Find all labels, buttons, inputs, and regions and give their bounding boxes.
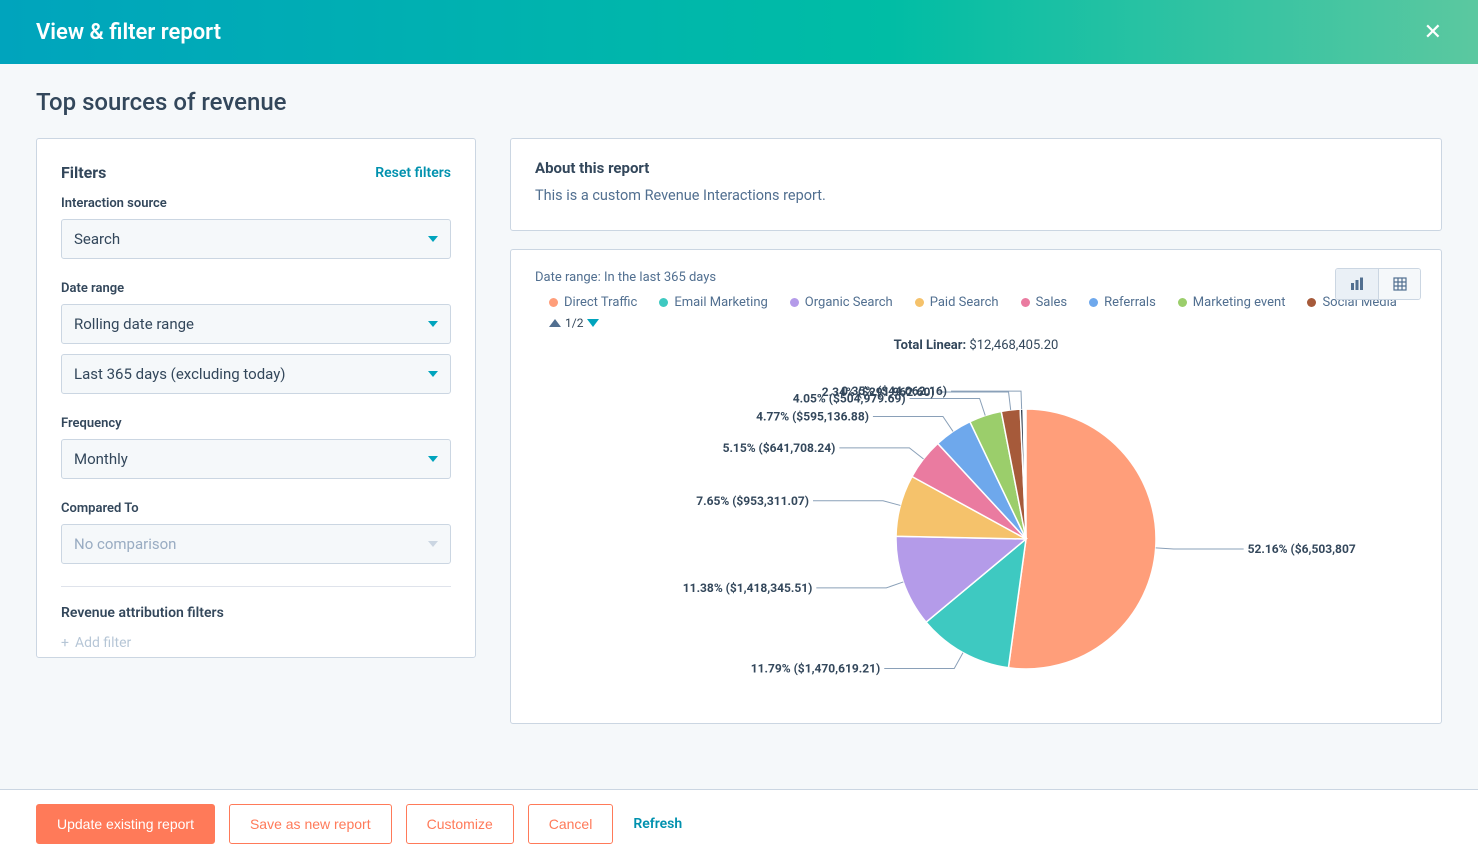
- about-card: About this report This is a custom Reven…: [510, 138, 1442, 231]
- update-report-button[interactable]: Update existing report: [36, 804, 215, 844]
- frequency-select[interactable]: Monthly: [61, 439, 451, 479]
- legend-dot: [915, 298, 924, 307]
- legend-dot: [1178, 298, 1187, 307]
- legend-item[interactable]: Referrals: [1089, 295, 1156, 310]
- legend-dot: [1021, 298, 1030, 307]
- legend-dot: [1089, 298, 1098, 307]
- chart-card: Date range: In the last 365 days Direct …: [510, 249, 1442, 724]
- chevron-down-icon: [428, 541, 438, 547]
- date-range-type-select[interactable]: Rolling date range: [61, 304, 451, 344]
- chevron-down-icon: [428, 321, 438, 327]
- frequency-value: Monthly: [74, 450, 128, 468]
- legend-pager: 1/2: [549, 316, 1417, 330]
- refresh-link[interactable]: Refresh: [633, 816, 682, 832]
- chart-total-value: $12,468,405.20: [969, 338, 1058, 353]
- compared-to-select[interactable]: No comparison: [61, 524, 451, 564]
- legend-label: Referrals: [1104, 295, 1156, 310]
- pie-slice-label: 5.15% ($641,708.24): [723, 441, 836, 455]
- chart-legend: Direct Traffic Email Marketing Organic Sea…: [535, 295, 1417, 310]
- interaction-source-label: Interaction source: [61, 196, 451, 211]
- cancel-button[interactable]: Cancel: [528, 804, 614, 844]
- legend-dot: [1307, 298, 1316, 307]
- chevron-down-icon: [428, 236, 438, 242]
- attribution-heading: Revenue attribution filters: [61, 605, 451, 621]
- chevron-down-icon: [428, 371, 438, 377]
- plus-icon: +: [61, 635, 69, 651]
- about-heading: About this report: [535, 159, 1417, 177]
- close-icon[interactable]: ✕: [1424, 20, 1442, 45]
- chart-view-toolbar: [1335, 268, 1421, 300]
- filters-heading: Filters: [61, 163, 106, 182]
- legend-item[interactable]: Organic Search: [790, 295, 893, 310]
- date-range-window-value: Last 365 days (excluding today): [74, 365, 286, 383]
- legend-item[interactable]: Direct Traffic: [549, 295, 637, 310]
- chevron-down-icon: [428, 456, 438, 462]
- date-range-label: Date range: [61, 281, 451, 296]
- header-title: View & filter report: [36, 20, 221, 45]
- legend-item[interactable]: Paid Search: [915, 295, 999, 310]
- legend-dot: [659, 298, 668, 307]
- about-text: This is a custom Revenue Interactions re…: [535, 187, 1417, 204]
- legend-item[interactable]: Sales: [1021, 295, 1068, 310]
- legend-item[interactable]: Marketing event: [1178, 295, 1286, 310]
- chart-view-button[interactable]: [1336, 269, 1378, 299]
- interaction-source-value: Search: [74, 230, 120, 248]
- pie-slice-label: 7.65% ($953,311.07): [696, 494, 809, 508]
- divider: [61, 586, 451, 587]
- legend-label: Organic Search: [805, 295, 893, 310]
- compared-to-value: No comparison: [74, 535, 176, 553]
- date-range-window-select[interactable]: Last 365 days (excluding today): [61, 354, 451, 394]
- interaction-source-select[interactable]: Search: [61, 219, 451, 259]
- legend-label: Sales: [1036, 295, 1068, 310]
- save-as-new-button[interactable]: Save as new report: [229, 804, 392, 844]
- legend-label: Email Marketing: [674, 295, 767, 310]
- table-view-button[interactable]: [1378, 269, 1420, 299]
- pie-slice-label: 11.38% ($1,418,345.51): [683, 581, 813, 595]
- pie-slice-label: 0.35% ($44,062.16): [841, 384, 947, 398]
- table-icon: [1393, 277, 1407, 291]
- legend-label: Direct Traffic: [564, 295, 637, 310]
- pie-slice-label: 11.79% ($1,470,619.21): [751, 661, 881, 675]
- bar-chart-icon: [1350, 277, 1364, 291]
- chart-date-range: Date range: In the last 365 days: [535, 270, 1417, 285]
- add-filter-button[interactable]: + Add filter: [61, 635, 451, 651]
- frequency-label: Frequency: [61, 416, 451, 431]
- legend-dot: [790, 298, 799, 307]
- legend-label: Marketing event: [1193, 295, 1286, 310]
- pie-slice-label: 4.77% ($595,136.88): [756, 410, 869, 424]
- legend-page-text: 1/2: [565, 316, 583, 330]
- chart-total-label: Total Linear:: [894, 338, 967, 353]
- legend-next-icon[interactable]: [587, 319, 599, 327]
- reset-filters-link[interactable]: Reset filters: [375, 165, 451, 181]
- pie-slice[interactable]: [1008, 409, 1156, 669]
- compared-to-label: Compared To: [61, 501, 451, 516]
- header-bar: View & filter report ✕: [0, 0, 1478, 64]
- date-range-type-value: Rolling date range: [74, 315, 194, 333]
- add-filter-label: Add filter: [75, 635, 131, 651]
- legend-label: Paid Search: [930, 295, 999, 310]
- customize-button[interactable]: Customize: [406, 804, 514, 844]
- pie-chart: 52.16% ($6,503,807.97) 11.79% ($1,470,619…: [596, 359, 1356, 699]
- filters-panel: Filters Reset filters Interaction source…: [36, 138, 476, 658]
- legend-item[interactable]: Email Marketing: [659, 295, 767, 310]
- footer-actions: Update existing report Save as new repor…: [0, 789, 1478, 858]
- pie-slice-label: 52.16% ($6,503,807.97): [1248, 542, 1356, 556]
- page-title: Top sources of revenue: [36, 88, 1442, 116]
- legend-prev-icon[interactable]: [549, 319, 561, 327]
- legend-dot: [549, 298, 558, 307]
